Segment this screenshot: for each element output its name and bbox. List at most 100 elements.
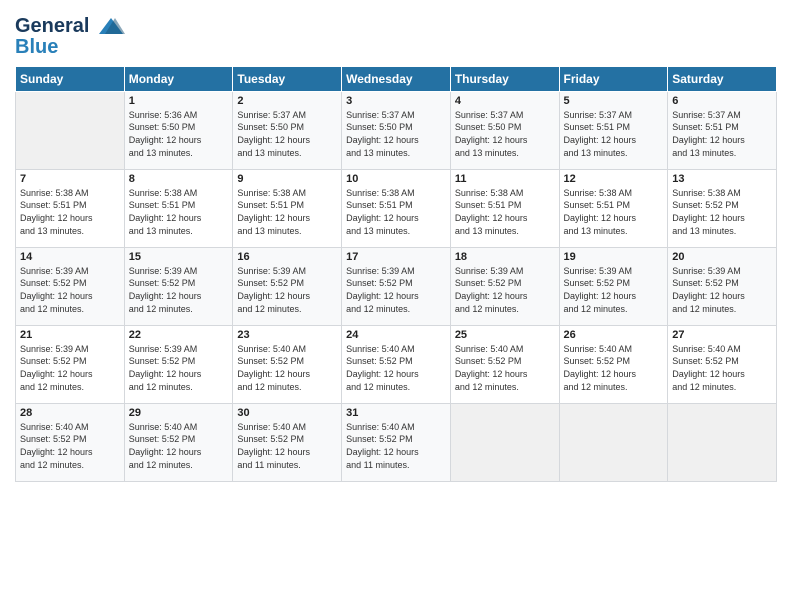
calendar-cell: 25 Sunrise: 5:40 AM Sunset: 5:52 PM Dayli… [450,325,559,403]
day-number: 10 [346,173,446,185]
week-row-4: 28 Sunrise: 5:40 AM Sunset: 5:52 PM Dayli… [16,403,777,481]
calendar-table: SundayMondayTuesdayWednesdayThursdayFrid… [15,66,777,482]
day-info: Sunrise: 5:37 AM Sunset: 5:50 PM Dayligh… [237,109,337,159]
calendar-cell: 5Sunrise: 5:37 AM Sunset: 5:51 PM Daylig… [559,91,668,169]
week-row-0: 1 Sunrise: 5:36 AM Sunset: 5:50 PM Daylig… [16,91,777,169]
day-info: Sunrise: 5:40 AM Sunset: 5:52 PM Dayligh… [20,421,120,471]
day-info: Sunrise: 5:40 AM Sunset: 5:52 PM Dayligh… [237,343,337,393]
calendar-cell: 23 Sunrise: 5:40 AM Sunset: 5:52 PM Dayli… [233,325,342,403]
day-info: Sunrise: 5:38 AM Sunset: 5:51 PM Dayligh… [564,187,664,237]
day-info: Sunrise: 5:37 AM Sunset: 5:51 PM Dayligh… [672,109,772,159]
calendar-cell: 31 Sunrise: 5:40 AM Sunset: 5:52 PM Dayli… [342,403,451,481]
day-info: Sunrise: 5:39 AM Sunset: 5:52 PM Dayligh… [20,265,120,315]
day-number: 1 [129,95,229,107]
calendar-cell: 30Sunrise: 5:40 AM Sunset: 5:52 PM Dayli… [233,403,342,481]
day-info: Sunrise: 5:40 AM Sunset: 5:52 PM Dayligh… [129,421,229,471]
calendar-cell: 9 Sunrise: 5:38 AM Sunset: 5:51 PM Daylig… [233,169,342,247]
page: General Blue SundayMondayTuesdayWednesda… [0,0,792,612]
week-row-2: 14 Sunrise: 5:39 AM Sunset: 5:52 PM Dayli… [16,247,777,325]
calendar-body: 1 Sunrise: 5:36 AM Sunset: 5:50 PM Daylig… [16,91,777,481]
day-number: 11 [455,173,555,185]
day-number: 29 [129,407,229,419]
day-number: 7 [20,173,120,185]
col-header-tuesday: Tuesday [233,66,342,91]
day-number: 25 [455,329,555,341]
day-info: Sunrise: 5:39 AM Sunset: 5:52 PM Dayligh… [564,265,664,315]
calendar-cell [559,403,668,481]
col-header-wednesday: Wednesday [342,66,451,91]
day-number: 19 [564,251,664,263]
week-row-1: 7 Sunrise: 5:38 AM Sunset: 5:51 PM Daylig… [16,169,777,247]
day-number: 17 [346,251,446,263]
week-row-3: 21 Sunrise: 5:39 AM Sunset: 5:52 PM Dayli… [16,325,777,403]
day-number: 23 [237,329,337,341]
calendar-cell: 15 Sunrise: 5:39 AM Sunset: 5:52 PM Dayli… [124,247,233,325]
calendar-cell: 4Sunrise: 5:37 AM Sunset: 5:50 PM Daylig… [450,91,559,169]
day-info: Sunrise: 5:38 AM Sunset: 5:51 PM Dayligh… [455,187,555,237]
day-number: 27 [672,329,772,341]
calendar-cell: 3 Sunrise: 5:37 AM Sunset: 5:50 PM Daylig… [342,91,451,169]
col-header-saturday: Saturday [668,66,777,91]
day-number: 28 [20,407,120,419]
day-number: 16 [237,251,337,263]
day-number: 20 [672,251,772,263]
day-info: Sunrise: 5:40 AM Sunset: 5:52 PM Dayligh… [564,343,664,393]
day-number: 6 [672,95,772,107]
day-number: 3 [346,95,446,107]
calendar-cell: 24Sunrise: 5:40 AM Sunset: 5:52 PM Dayli… [342,325,451,403]
day-number: 8 [129,173,229,185]
col-header-sunday: Sunday [16,66,125,91]
calendar-cell: 26 Sunrise: 5:40 AM Sunset: 5:52 PM Dayli… [559,325,668,403]
col-header-monday: Monday [124,66,233,91]
day-info: Sunrise: 5:39 AM Sunset: 5:52 PM Dayligh… [129,343,229,393]
day-info: Sunrise: 5:38 AM Sunset: 5:52 PM Dayligh… [672,187,772,237]
day-number: 21 [20,329,120,341]
day-number: 5 [564,95,664,107]
day-number: 22 [129,329,229,341]
day-info: Sunrise: 5:39 AM Sunset: 5:52 PM Dayligh… [672,265,772,315]
day-number: 24 [346,329,446,341]
calendar-cell: 20 Sunrise: 5:39 AM Sunset: 5:52 PM Dayli… [668,247,777,325]
logo-blue: Blue [15,36,125,58]
calendar-cell: 21Sunrise: 5:39 AM Sunset: 5:52 PM Dayli… [16,325,125,403]
calendar-cell: 27Sunrise: 5:40 AM Sunset: 5:52 PM Dayli… [668,325,777,403]
calendar-cell: 11 Sunrise: 5:38 AM Sunset: 5:51 PM Dayli… [450,169,559,247]
calendar-cell: 17 Sunrise: 5:39 AM Sunset: 5:52 PM Dayli… [342,247,451,325]
day-info: Sunrise: 5:37 AM Sunset: 5:50 PM Dayligh… [346,109,446,159]
day-info: Sunrise: 5:36 AM Sunset: 5:50 PM Dayligh… [129,109,229,159]
header: General Blue [15,10,777,58]
day-info: Sunrise: 5:38 AM Sunset: 5:51 PM Dayligh… [346,187,446,237]
day-info: Sunrise: 5:38 AM Sunset: 5:51 PM Dayligh… [129,187,229,237]
col-header-friday: Friday [559,66,668,91]
day-info: Sunrise: 5:40 AM Sunset: 5:52 PM Dayligh… [346,421,446,471]
day-number: 30 [237,407,337,419]
calendar-cell: 10 Sunrise: 5:38 AM Sunset: 5:51 PM Dayli… [342,169,451,247]
day-number: 9 [237,173,337,185]
day-info: Sunrise: 5:39 AM Sunset: 5:52 PM Dayligh… [346,265,446,315]
day-info: Sunrise: 5:39 AM Sunset: 5:52 PM Dayligh… [129,265,229,315]
logo: General Blue [15,15,125,58]
day-number: 4 [455,95,555,107]
day-number: 14 [20,251,120,263]
day-number: 13 [672,173,772,185]
calendar-cell [668,403,777,481]
logo-icon [97,16,125,38]
day-number: 31 [346,407,446,419]
calendar-cell: 13 Sunrise: 5:38 AM Sunset: 5:52 PM Dayli… [668,169,777,247]
calendar-cell: 2Sunrise: 5:37 AM Sunset: 5:50 PM Daylig… [233,91,342,169]
calendar-cell: 14 Sunrise: 5:39 AM Sunset: 5:52 PM Dayli… [16,247,125,325]
calendar-cell: 16Sunrise: 5:39 AM Sunset: 5:52 PM Dayli… [233,247,342,325]
day-info: Sunrise: 5:38 AM Sunset: 5:51 PM Dayligh… [237,187,337,237]
calendar-cell [16,91,125,169]
col-header-thursday: Thursday [450,66,559,91]
calendar-cell [450,403,559,481]
calendar-cell: 22 Sunrise: 5:39 AM Sunset: 5:52 PM Dayli… [124,325,233,403]
calendar-cell: 1 Sunrise: 5:36 AM Sunset: 5:50 PM Daylig… [124,91,233,169]
calendar-cell: 6 Sunrise: 5:37 AM Sunset: 5:51 PM Daylig… [668,91,777,169]
day-number: 15 [129,251,229,263]
calendar-cell: 28 Sunrise: 5:40 AM Sunset: 5:52 PM Dayli… [16,403,125,481]
day-number: 26 [564,329,664,341]
calendar-cell: 19 Sunrise: 5:39 AM Sunset: 5:52 PM Dayli… [559,247,668,325]
day-info: Sunrise: 5:39 AM Sunset: 5:52 PM Dayligh… [455,265,555,315]
day-info: Sunrise: 5:40 AM Sunset: 5:52 PM Dayligh… [455,343,555,393]
